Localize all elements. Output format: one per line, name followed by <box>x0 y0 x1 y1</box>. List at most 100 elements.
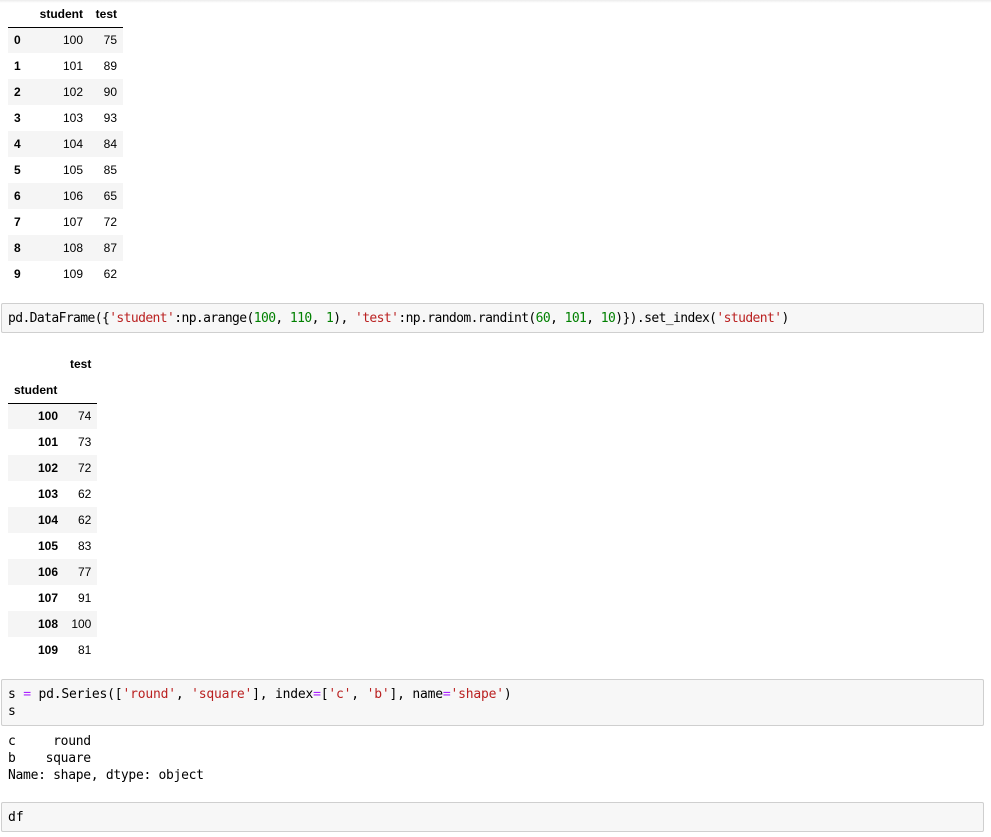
number-token: 60 <box>535 311 551 326</box>
index-header-blank <box>8 1 28 28</box>
table-row: 3 103 93 <box>8 105 123 131</box>
dataframe-output-1: student test 0 100 75 1 101 89 2 102 90 3 103 93 4 10… <box>8 1 123 287</box>
row-index: 102 <box>37 461 58 475</box>
row-index: 100 <box>37 409 58 424</box>
table-row: 103 62 <box>8 481 97 507</box>
table-row: 104 62 <box>8 507 98 533</box>
table-row: 1 101 89 <box>8 53 123 79</box>
string-token: 'test' <box>354 311 399 326</box>
table-row: 100 74 <box>8 403 98 429</box>
row-index: 3 <box>14 111 21 125</box>
code-token: , <box>550 311 565 326</box>
cell-student: 102 <box>62 85 83 99</box>
cell-student: 108 <box>62 241 83 255</box>
row-index: 9 <box>14 267 21 281</box>
code-token: , <box>311 311 327 326</box>
cell-test: 74 <box>77 409 92 424</box>
code-token: ], index <box>252 687 314 702</box>
string-token: 'square' <box>191 687 253 702</box>
row-index: 101 <box>37 435 58 449</box>
table-row: 109 81 <box>8 637 97 663</box>
table-row: 2 102 90 <box>8 79 123 105</box>
row-index: 6 <box>14 189 21 203</box>
series-text-output: c round b square Name: shape, dtype: obj… <box>8 734 204 783</box>
table-header-row: student test <box>8 1 123 28</box>
code-token: ) <box>781 311 789 326</box>
code-token: pd.Series([ <box>30 687 123 702</box>
code-token: df <box>8 810 24 825</box>
cell-student: 105 <box>62 163 83 177</box>
table-header-row: test <box>8 351 97 377</box>
cell-test: 62 <box>77 513 92 527</box>
table-row: 102 72 <box>8 455 98 481</box>
cell-test: 83 <box>77 539 92 553</box>
row-index: 4 <box>14 137 21 151</box>
code-token: s <box>8 687 24 702</box>
cell-test: 89 <box>103 59 117 73</box>
cell-test: 73 <box>77 435 92 449</box>
index-header-blank <box>8 351 64 377</box>
number-token: 101 <box>564 311 587 326</box>
code-token: :np.random.randint( <box>398 311 536 326</box>
cell-test: 77 <box>77 565 92 579</box>
table-row: 0 100 75 <box>8 27 123 53</box>
cell-student: 103 <box>62 111 83 125</box>
cell-test: 90 <box>103 85 117 99</box>
number-token: 10 <box>600 311 616 326</box>
code-token: :np.arange( <box>174 311 254 326</box>
index-name-spacer <box>64 377 98 404</box>
index-name-student: student <box>8 377 64 404</box>
index-name-row: student <box>8 377 98 404</box>
string-token: 'student' <box>716 311 782 326</box>
dataframe-output-2: test student 100 74 101 73 102 72 103 62 104 62 10… <box>8 351 98 663</box>
cell-test: 91 <box>77 591 92 605</box>
cell-test: 85 <box>103 163 117 177</box>
row-index: 0 <box>14 33 21 48</box>
string-token: 'round' <box>122 687 176 702</box>
cell-test: 65 <box>103 189 117 203</box>
row-index: 106 <box>37 565 58 579</box>
string-token: 'student' <box>109 311 175 326</box>
string-token: 'c' <box>328 687 352 702</box>
table-row: 105 83 <box>8 533 97 559</box>
previous-cell-edge <box>0 0 991 3</box>
column-header-test: test <box>70 357 92 371</box>
code-cell-series[interactable]: s = pd.Series(['round', 'square'], index… <box>1 679 984 726</box>
cell-test: 93 <box>103 111 117 125</box>
cell-student: 101 <box>62 59 83 73</box>
row-index: 104 <box>37 513 58 527</box>
code-token: , <box>275 311 290 326</box>
code-cell-df[interactable]: df <box>1 802 984 832</box>
code-token: pd.DataFrame({ <box>8 311 110 326</box>
cell-test: 75 <box>103 33 117 48</box>
row-index: 2 <box>14 85 21 99</box>
table-row: 108 100 <box>8 611 98 637</box>
cell-test: 62 <box>103 267 117 281</box>
code-token: , <box>351 687 367 702</box>
cell-test: 81 <box>77 643 92 657</box>
row-index: 7 <box>14 215 21 229</box>
column-header-test: test <box>89 1 123 28</box>
number-token: 110 <box>289 311 312 326</box>
table-row: 5 105 85 <box>8 157 123 183</box>
table-row: 6 106 65 <box>8 183 123 209</box>
cell-student: 100 <box>62 33 83 48</box>
code-token: , <box>586 311 601 326</box>
column-header-student: student <box>28 1 89 28</box>
cell-test: 72 <box>77 461 92 475</box>
table-row: 4 104 84 <box>8 131 123 157</box>
code-cell-dataframe-set-index[interactable]: pd.DataFrame({'student':np.arange(100, 1… <box>1 303 984 333</box>
row-index: 103 <box>37 487 58 501</box>
operator-token: = <box>23 687 31 702</box>
cell-student: 104 <box>62 137 83 151</box>
code-token: , <box>175 687 192 702</box>
table-row: 107 91 <box>8 585 97 611</box>
row-index: 105 <box>37 539 58 553</box>
row-index: 1 <box>14 59 21 73</box>
cell-test: 87 <box>103 241 117 255</box>
code-token: ), <box>333 311 355 326</box>
row-index: 107 <box>37 591 58 605</box>
cell-test: 84 <box>103 137 117 151</box>
table-row: 101 73 <box>8 429 97 455</box>
code-token: ], name <box>389 687 443 702</box>
